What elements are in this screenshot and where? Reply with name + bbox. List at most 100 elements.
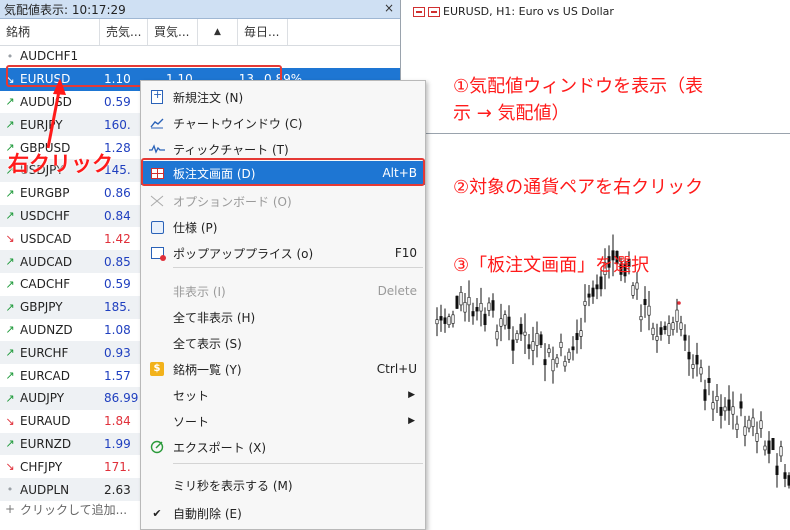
candle-body bbox=[559, 341, 563, 348]
candle-body bbox=[495, 331, 499, 340]
menu-item-shortcut: F10 bbox=[394, 246, 417, 260]
candle-body bbox=[719, 406, 723, 416]
candle-body bbox=[711, 402, 715, 410]
menu-item-1[interactable]: チャートウインドウ (C) bbox=[141, 111, 425, 135]
candle-body bbox=[635, 282, 639, 290]
candle-body bbox=[467, 297, 471, 306]
candle-body bbox=[595, 284, 599, 290]
direction-arrow-icon: ↘ bbox=[5, 414, 15, 428]
column-daily-change[interactable]: 毎日... bbox=[238, 19, 288, 45]
specification-icon bbox=[141, 220, 173, 234]
direction-arrow-icon: ↗ bbox=[5, 209, 15, 223]
menu-item-6[interactable]: ポップアッププライス (o) F10 bbox=[141, 241, 425, 265]
menu-item-label: 新規注文 (N) bbox=[173, 90, 244, 105]
menu-item-label: 銘柄一覧 (Y) bbox=[173, 362, 242, 377]
menu-item-8[interactable]: 全て非表示 (H) bbox=[141, 305, 425, 329]
annotation-step2: ②対象の通貨ペアを右クリック bbox=[453, 177, 704, 198]
menu-item-11[interactable]: セット ▶ bbox=[141, 383, 425, 407]
candle-body bbox=[511, 339, 515, 351]
candle-body bbox=[491, 300, 495, 311]
menu-item-12[interactable]: ソート ▶ bbox=[141, 409, 425, 433]
symbol-cell: USDCAD bbox=[20, 231, 72, 246]
candle-body bbox=[731, 406, 735, 415]
candle-body bbox=[727, 399, 731, 411]
symbol-cell: EURCAD bbox=[20, 368, 70, 383]
direction-arrow-icon: ↘ bbox=[5, 460, 15, 474]
menu-item-label: 全て非表示 (H) bbox=[173, 310, 256, 325]
direction-arrow-icon: ↗ bbox=[5, 255, 15, 269]
candle-body bbox=[767, 440, 771, 454]
chart-type-icon bbox=[413, 6, 425, 17]
annotation-step1-line1: ①気配値ウィンドウを表示（表 bbox=[453, 76, 704, 97]
candle-body bbox=[699, 367, 703, 375]
add-symbol-label: クリックして追加... bbox=[20, 502, 128, 517]
check-icon: ✔ bbox=[152, 506, 162, 520]
direction-arrow-icon: ↗ bbox=[5, 369, 15, 383]
export-icon bbox=[141, 440, 173, 454]
candle-body bbox=[631, 285, 635, 296]
candle-body bbox=[459, 292, 463, 306]
menu-item-0[interactable]: 新規注文 (N) bbox=[141, 85, 425, 109]
candle-body bbox=[503, 314, 507, 326]
annotation-right-click: 右クリック bbox=[8, 152, 113, 176]
menu-item-label: セット bbox=[173, 388, 210, 403]
direction-arrow-icon: ↗ bbox=[5, 346, 15, 360]
new-order-icon bbox=[141, 88, 173, 104]
candle-body bbox=[591, 287, 595, 297]
submenu-arrow-icon: ▶ bbox=[408, 416, 415, 426]
candle-body bbox=[659, 327, 663, 335]
candle-body bbox=[655, 336, 659, 341]
candle-body bbox=[471, 311, 475, 317]
menu-item-label: ソート bbox=[173, 414, 210, 429]
chart-window-icon bbox=[428, 6, 440, 17]
close-icon[interactable]: × bbox=[384, 1, 394, 15]
annotation-step3: ③「板注文画面」を選択 bbox=[453, 255, 650, 276]
direction-arrow-icon: ↗ bbox=[5, 277, 15, 291]
chart-title-bar: EURUSD, H1: Euro vs US Dollar bbox=[413, 5, 614, 18]
candle-body bbox=[675, 309, 679, 322]
candle-body bbox=[487, 302, 491, 311]
direction-arrow-icon: ↗ bbox=[5, 186, 15, 200]
candle-body bbox=[543, 359, 547, 366]
column-ask[interactable]: 買気... bbox=[148, 19, 198, 45]
candle-body bbox=[639, 316, 643, 321]
symbols-icon: $ bbox=[141, 362, 173, 376]
submenu-arrow-icon: ▶ bbox=[408, 390, 415, 400]
menu-separator bbox=[173, 463, 423, 464]
candle-body bbox=[643, 299, 647, 305]
symbol-cell: CADCHF bbox=[20, 277, 71, 292]
symbol-cell: EURCHF bbox=[20, 345, 69, 360]
menu-item-label: ミリ秒を表示する (M) bbox=[173, 478, 293, 493]
menu-item-14[interactable]: ミリ秒を表示する (M) bbox=[141, 473, 425, 497]
candle-body bbox=[755, 433, 759, 442]
candle-body bbox=[683, 334, 687, 341]
candle-body bbox=[527, 344, 531, 349]
menu-item-10[interactable]: $ 銘柄一覧 (Y) Ctrl+U bbox=[141, 357, 425, 381]
direction-arrow-icon: ↗ bbox=[5, 437, 15, 451]
menu-item-9[interactable]: 全て表示 (S) bbox=[141, 331, 425, 355]
menu-item-label: エクスポート (X) bbox=[173, 440, 267, 455]
menu-highlight-box bbox=[141, 158, 425, 186]
candle-body bbox=[691, 364, 695, 369]
column-spread-sort[interactable]: ▲ bbox=[198, 19, 238, 45]
candle-body bbox=[463, 302, 467, 313]
menu-item-15[interactable]: ✔ 自動削除 (E) bbox=[141, 501, 425, 525]
candle-body bbox=[663, 325, 667, 331]
symbol-cell: GBPJPY bbox=[20, 300, 63, 315]
menu-item-label: ティックチャート (T) bbox=[173, 142, 289, 157]
menu-item-13[interactable]: エクスポート (X) bbox=[141, 435, 425, 459]
menu-item-shortcut: Ctrl+U bbox=[376, 362, 417, 376]
menu-item-label: 仕様 (P) bbox=[173, 220, 218, 235]
menu-item-5[interactable]: 仕様 (P) bbox=[141, 215, 425, 239]
candle-body bbox=[587, 293, 591, 298]
candle-body bbox=[563, 361, 567, 367]
candle-body bbox=[751, 417, 755, 427]
candle-body bbox=[679, 322, 683, 330]
candle-body bbox=[671, 322, 675, 330]
candle-body bbox=[515, 333, 519, 341]
candle-body bbox=[695, 354, 699, 365]
candle-body bbox=[743, 426, 747, 436]
candle-body bbox=[571, 346, 575, 351]
direction-arrow-icon: ↘ bbox=[5, 232, 15, 246]
candle-body bbox=[579, 330, 583, 337]
